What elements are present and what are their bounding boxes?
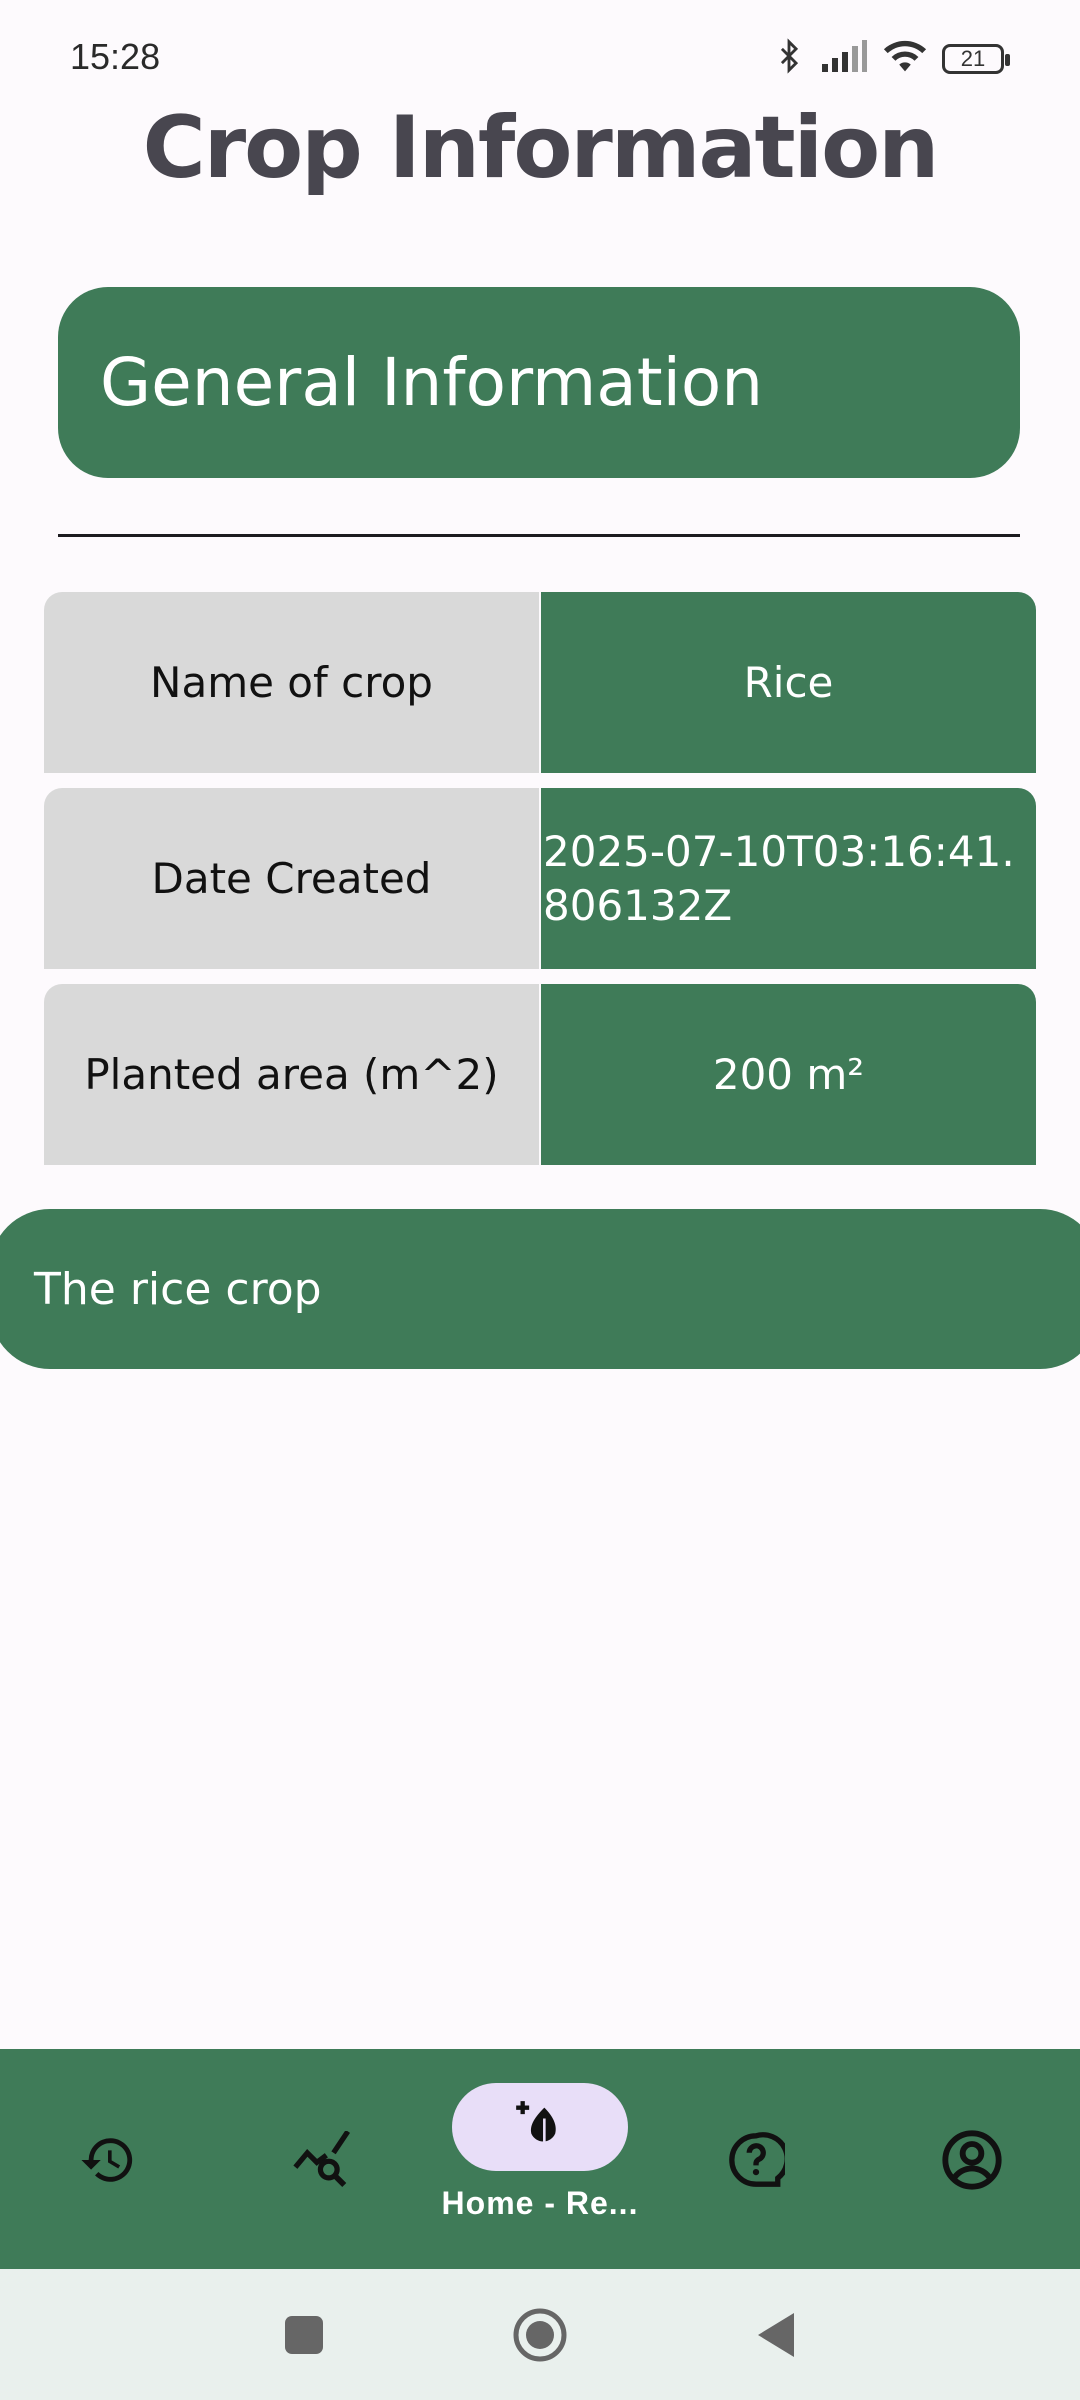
help-icon bbox=[721, 2125, 791, 2195]
square-icon bbox=[283, 2314, 325, 2361]
home-button[interactable] bbox=[512, 2307, 568, 2368]
table-row: Planted area (m^2) 200 m² bbox=[44, 984, 1036, 1165]
battery-icon: 21 bbox=[942, 43, 1010, 74]
battery-level: 21 bbox=[960, 45, 986, 71]
description-text: The rice crop bbox=[34, 1263, 322, 1315]
account-icon bbox=[937, 2125, 1007, 2195]
nav-item-home[interactable]: Home - Re... bbox=[432, 2049, 648, 2269]
status-bar: 15:28 21 bbox=[0, 0, 1080, 110]
nav-item-help[interactable] bbox=[648, 2049, 864, 2269]
planted-area-value: 200 m² bbox=[541, 984, 1036, 1165]
divider bbox=[58, 534, 1020, 537]
add-crop-icon bbox=[514, 2099, 566, 2156]
date-created-value: 2025-07-10T03:16:41.806132Z bbox=[541, 788, 1036, 969]
crop-name-value: Rice bbox=[541, 592, 1036, 773]
wifi-icon bbox=[882, 38, 928, 79]
nav-label-home: Home - Re... bbox=[441, 2185, 639, 2221]
chart-search-icon bbox=[289, 2125, 359, 2195]
active-indicator bbox=[452, 2083, 628, 2171]
back-button[interactable] bbox=[748, 2309, 804, 2365]
date-created-label: Date Created bbox=[44, 788, 539, 969]
status-time: 15:28 bbox=[70, 36, 161, 77]
general-information-header: General Information bbox=[58, 287, 1020, 478]
back-triangle-icon bbox=[754, 2311, 798, 2364]
page-title: Crop Information bbox=[142, 98, 940, 198]
nav-item-account[interactable] bbox=[864, 2049, 1080, 2269]
bluetooth-icon bbox=[772, 36, 806, 81]
system-navigation-bar bbox=[0, 2269, 1080, 2400]
nav-item-history[interactable] bbox=[0, 2049, 216, 2269]
table-row: Name of crop Rice bbox=[44, 592, 1036, 773]
circle-icon bbox=[512, 2307, 568, 2368]
table-row: Date Created 2025-07-10T03:16:41.806132Z bbox=[44, 788, 1036, 969]
section-title: General Information bbox=[100, 344, 764, 421]
recents-button[interactable] bbox=[276, 2309, 332, 2365]
bottom-navigation: Home - Re... bbox=[0, 2049, 1080, 2269]
history-icon bbox=[73, 2125, 143, 2195]
crop-description: The rice crop bbox=[0, 1209, 1080, 1369]
status-icons: 21 bbox=[772, 36, 1010, 81]
planted-area-label: Planted area (m^2) bbox=[44, 984, 539, 1165]
signal-icon bbox=[820, 38, 868, 79]
crop-details-table: Name of crop Rice Date Created 2025-07-1… bbox=[44, 592, 1036, 1180]
nav-item-analytics[interactable] bbox=[216, 2049, 432, 2269]
crop-name-label: Name of crop bbox=[44, 592, 539, 773]
